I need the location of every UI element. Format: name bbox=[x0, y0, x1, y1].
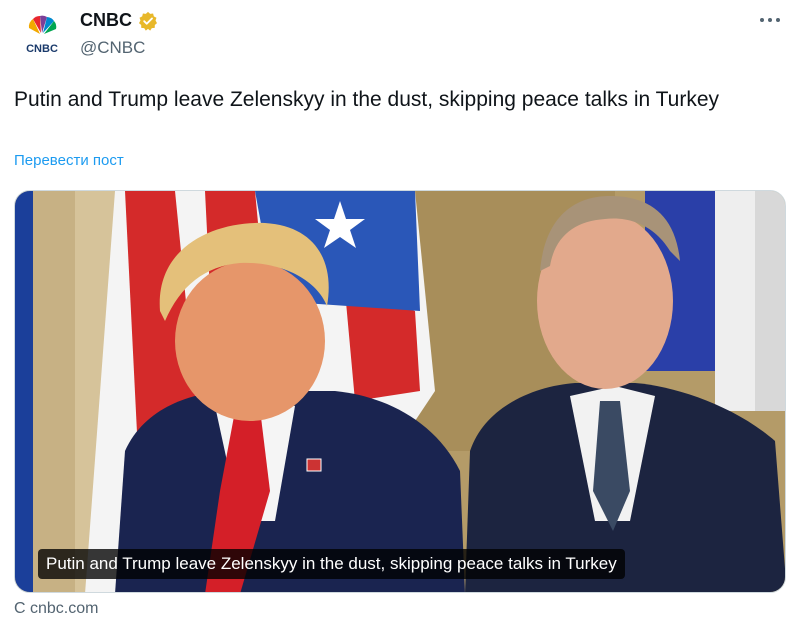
display-name[interactable]: CNBC bbox=[80, 10, 132, 31]
more-options-button[interactable] bbox=[754, 8, 786, 32]
cnbc-logo-avatar[interactable]: CNBC bbox=[16, 8, 68, 60]
link-source[interactable]: С cnbc.com bbox=[14, 600, 98, 618]
post-text: Putin and Trump leave Zelenskyy in the d… bbox=[14, 88, 720, 111]
name-row: CNBC bbox=[80, 10, 158, 31]
tweet-card: CNBC CNBC @CNBC Putin and Trump leave Ze… bbox=[0, 0, 800, 625]
media-card[interactable]: Putin and Trump leave Zelenskyy in the d… bbox=[14, 190, 786, 593]
news-photo bbox=[15, 191, 785, 592]
account-handle[interactable]: @CNBC bbox=[80, 38, 145, 58]
more-horizontal-icon bbox=[760, 18, 780, 22]
peacock-logo-icon: CNBC bbox=[26, 15, 58, 55]
verified-badge-icon[interactable] bbox=[138, 11, 158, 31]
translate-post-link[interactable]: Перевести пост bbox=[14, 152, 124, 169]
media-caption: Putin and Trump leave Zelenskyy in the d… bbox=[38, 549, 625, 579]
svg-text:CNBC: CNBC bbox=[26, 43, 58, 55]
